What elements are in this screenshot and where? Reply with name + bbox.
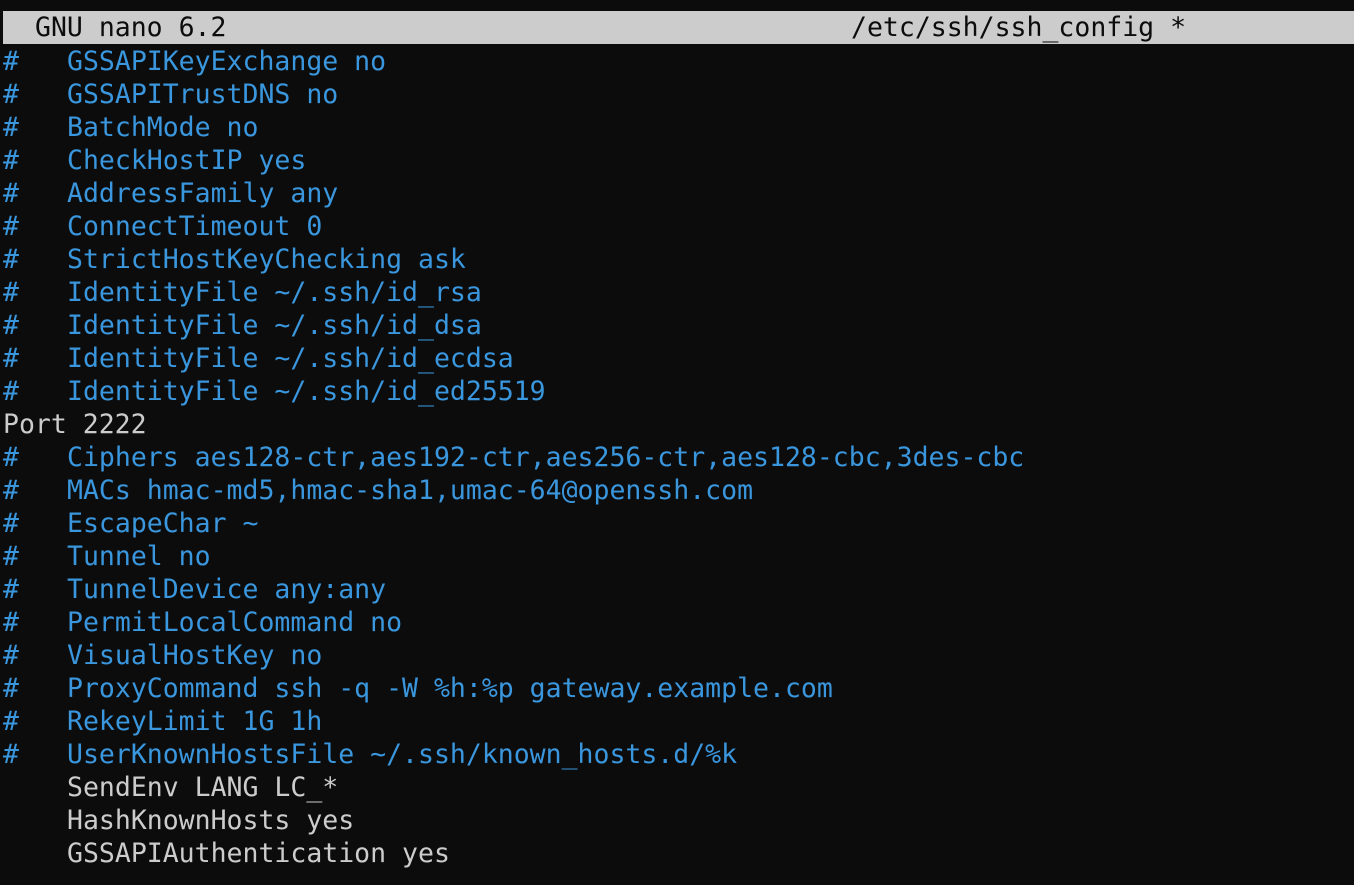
comment-marker: # [3, 178, 19, 209]
line-text: ConnectTimeout 0 [67, 211, 323, 242]
comment-marker: # [3, 211, 19, 242]
buffer-line[interactable]: # BatchMode no [3, 111, 1354, 144]
buffer-line[interactable]: # CheckHostIP yes [3, 144, 1354, 177]
comment-marker: # [3, 343, 19, 374]
comment-marker: # [3, 79, 19, 110]
comment-marker: # [3, 508, 19, 539]
comment-marker: # [3, 145, 19, 176]
comment-marker: # [3, 541, 19, 572]
line-text: IdentityFile ~/.ssh/id_ecdsa [67, 343, 514, 374]
line-text: VisualHostKey no [67, 640, 323, 671]
comment-marker: # [3, 46, 19, 77]
line-text: GSSAPIAuthentication yes [67, 838, 450, 869]
buffer-line[interactable]: # IdentityFile ~/.ssh/id_dsa [3, 309, 1354, 342]
buffer-line[interactable]: # Ciphers aes128-ctr,aes192-ctr,aes256-ct… [3, 441, 1354, 474]
comment-marker: # [3, 706, 19, 737]
editor-version-label: GNU nano 6.2 [35, 12, 227, 43]
buffer-line[interactable]: # GSSAPITrustDNS no [3, 78, 1354, 111]
buffer-line[interactable]: # StrictHostKeyChecking ask [3, 243, 1354, 276]
line-text: TunnelDevice any:any [67, 574, 387, 605]
buffer-line[interactable]: # AddressFamily any [3, 177, 1354, 210]
comment-marker: # [3, 475, 19, 506]
line-text: CheckHostIP yes [67, 145, 307, 176]
comment-marker: # [3, 607, 19, 638]
line-text: AddressFamily any [67, 178, 339, 209]
buffer-line[interactable]: # IdentityFile ~/.ssh/id_rsa [3, 276, 1354, 309]
line-text: SendEnv LANG LC_* [67, 772, 339, 803]
buffer-line[interactable]: # TunnelDevice any:any [3, 573, 1354, 606]
line-text: EscapeChar ~ [67, 508, 259, 539]
buffer-line[interactable]: # IdentityFile ~/.ssh/id_ed25519 [3, 375, 1354, 408]
comment-marker: # [3, 640, 19, 671]
editor-buffer[interactable]: # GSSAPIKeyExchange no # GSSAPITrustDNS no… [3, 45, 1354, 870]
line-text: IdentityFile ~/.ssh/id_rsa [67, 277, 482, 308]
buffer-line[interactable]: # UserKnownHostsFile ~/.ssh/known_hosts.d… [3, 738, 1354, 771]
buffer-line[interactable]: # PermitLocalCommand no [3, 606, 1354, 639]
line-text: BatchMode no [67, 112, 259, 143]
buffer-line[interactable]: HashKnownHosts yes [3, 804, 1354, 837]
comment-marker: # [3, 673, 19, 704]
nano-title-bar: GNU nano 6.2 /etc/ssh/ssh_config * [3, 11, 1354, 44]
line-text: IdentityFile ~/.ssh/id_ed25519 [67, 376, 546, 407]
buffer-line[interactable]: # VisualHostKey no [3, 639, 1354, 672]
buffer-line[interactable]: # RekeyLimit 1G 1h [3, 705, 1354, 738]
line-text: ProxyCommand ssh -q -W %h:%p gateway.exa… [67, 673, 833, 704]
comment-marker: # [3, 376, 19, 407]
buffer-line[interactable]: # EscapeChar ~ [3, 507, 1354, 540]
line-text: StrictHostKeyChecking ask [67, 244, 466, 275]
line-text: UserKnownHostsFile ~/.ssh/known_hosts.d/… [67, 739, 738, 770]
comment-marker: # [3, 244, 19, 275]
line-text: Port 2222 [3, 409, 147, 440]
buffer-line[interactable]: # ConnectTimeout 0 [3, 210, 1354, 243]
line-text: Tunnel no [67, 541, 211, 572]
comment-marker: # [3, 574, 19, 605]
line-text: GSSAPITrustDNS no [67, 79, 339, 110]
line-text: GSSAPIKeyExchange no [67, 46, 387, 77]
buffer-line[interactable]: # MACs hmac-md5,hmac-sha1,umac-64@openssh… [3, 474, 1354, 507]
buffer-line[interactable]: SendEnv LANG LC_* [3, 771, 1354, 804]
line-text: RekeyLimit 1G 1h [67, 706, 323, 737]
line-text: PermitLocalCommand no [67, 607, 403, 638]
terminal-window[interactable]: GNU nano 6.2 /etc/ssh/ssh_config * # GSSA… [0, 0, 1354, 885]
line-text: MACs hmac-md5,hmac-sha1,umac-64@openssh.… [67, 475, 754, 506]
comment-marker: # [3, 739, 19, 770]
comment-marker: # [3, 310, 19, 341]
buffer-line[interactable]: GSSAPIAuthentication yes [3, 837, 1354, 870]
buffer-line[interactable]: # Tunnel no [3, 540, 1354, 573]
file-path-label: /etc/ssh/ssh_config * [851, 12, 1187, 43]
comment-marker: # [3, 112, 19, 143]
comment-marker: # [3, 277, 19, 308]
comment-marker: # [3, 442, 19, 473]
buffer-line[interactable]: # GSSAPIKeyExchange no [3, 45, 1354, 78]
buffer-line[interactable]: Port 2222 [3, 408, 1354, 441]
buffer-line[interactable]: # IdentityFile ~/.ssh/id_ecdsa [3, 342, 1354, 375]
line-text: IdentityFile ~/.ssh/id_dsa [67, 310, 482, 341]
line-text: Ciphers aes128-ctr,aes192-ctr,aes256-ctr… [67, 442, 1025, 473]
buffer-line[interactable]: # ProxyCommand ssh -q -W %h:%p gateway.ex… [3, 672, 1354, 705]
line-text: HashKnownHosts yes [67, 805, 355, 836]
